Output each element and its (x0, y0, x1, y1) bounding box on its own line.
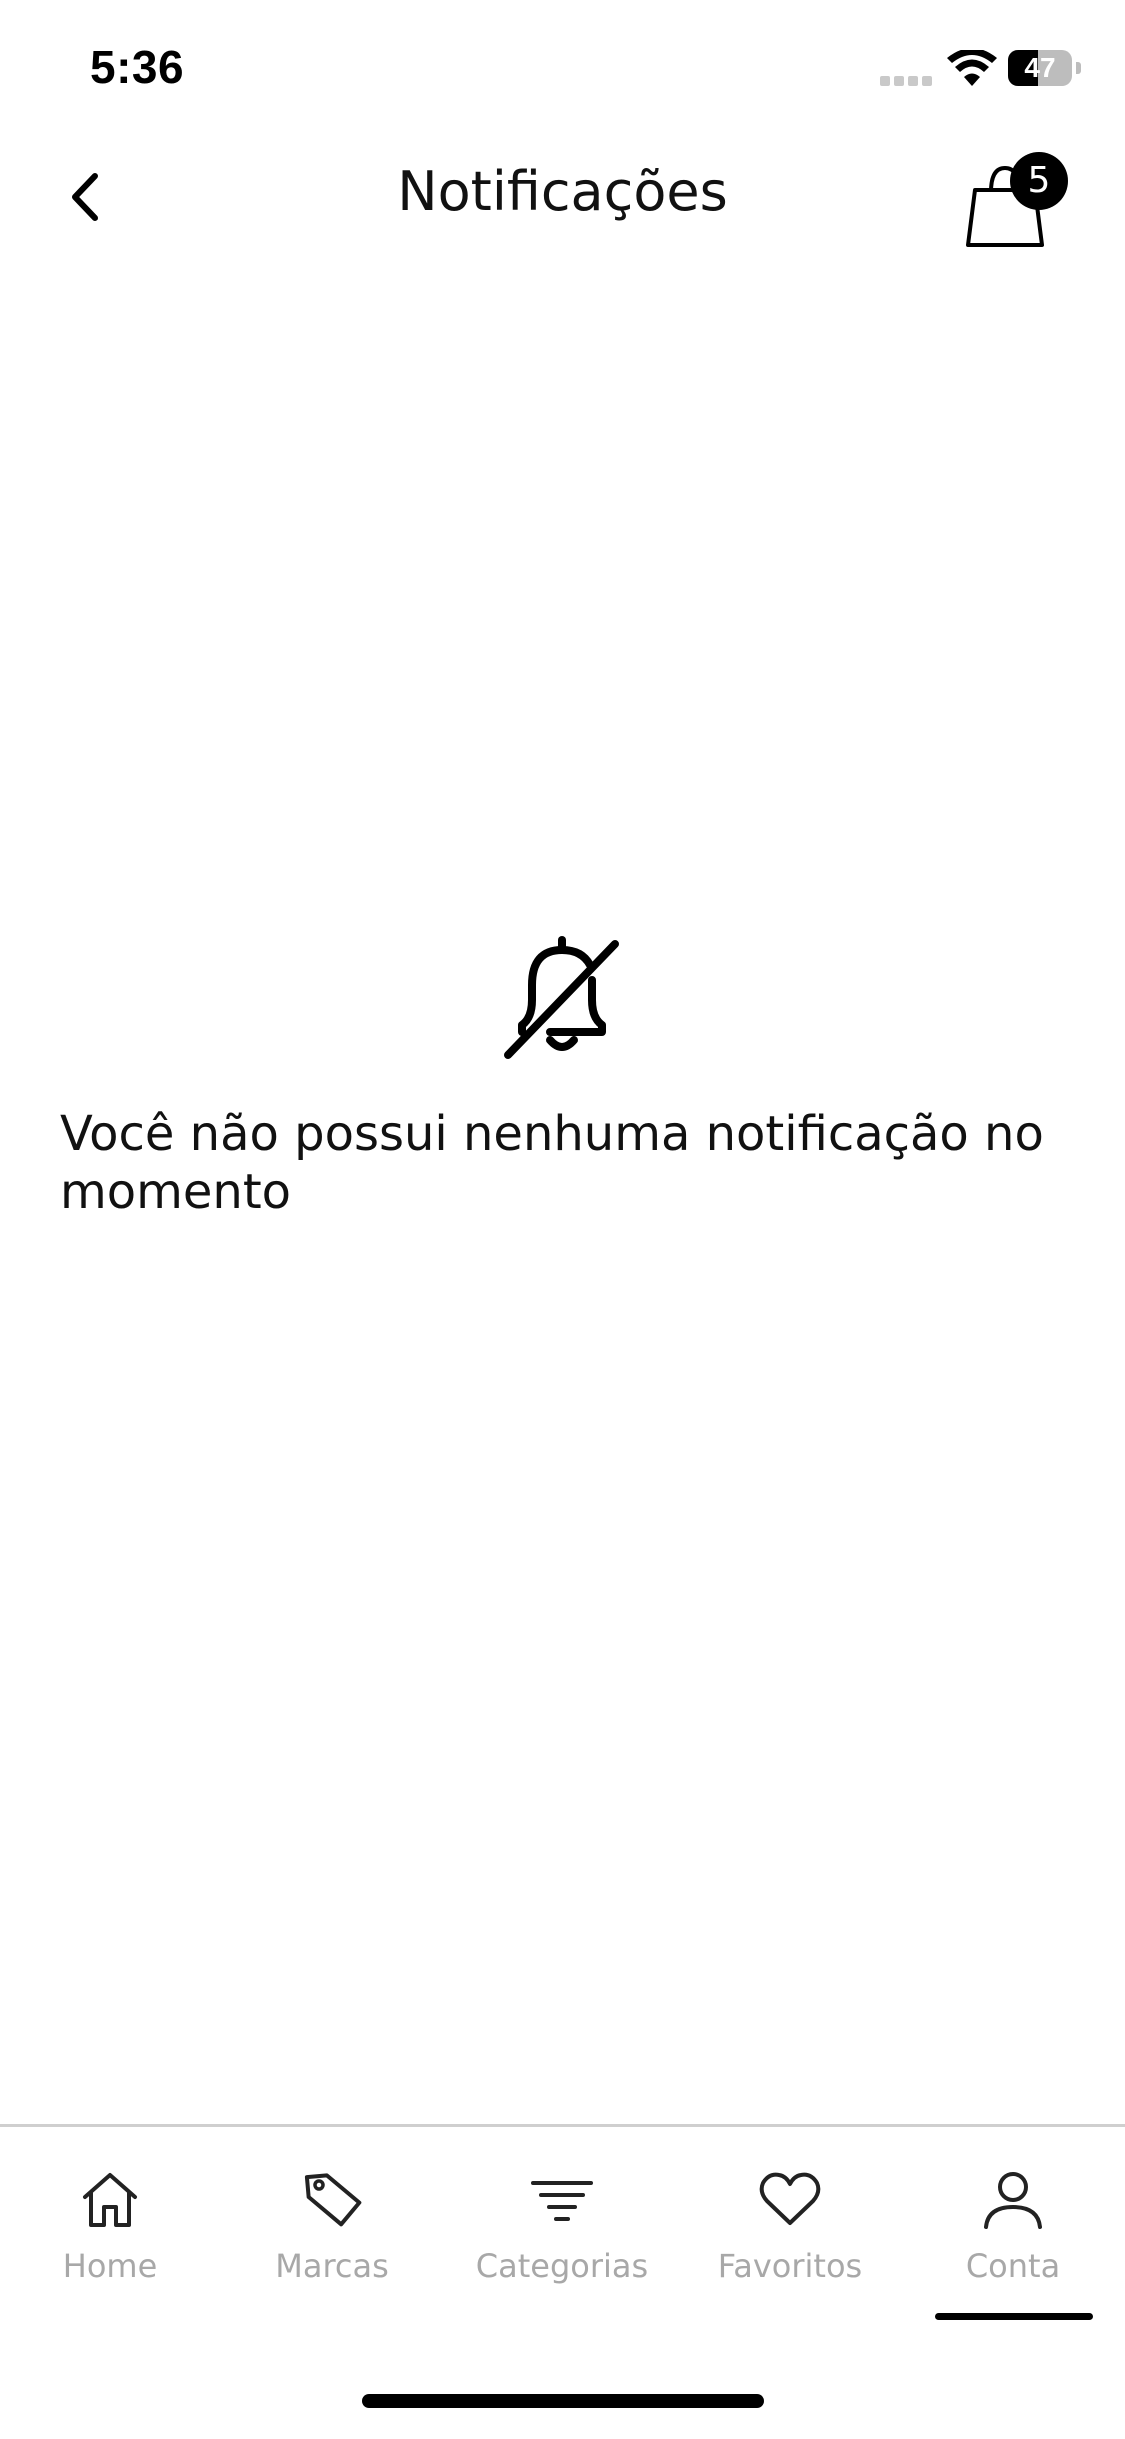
app-header: Notificações 5 (0, 140, 1125, 260)
cellular-signal-icon (880, 76, 934, 88)
tag-icon (304, 2173, 362, 2227)
nav-item-home[interactable]: Home (0, 2167, 220, 2287)
cart-button[interactable]: 5 (955, 150, 1075, 260)
cart-count-badge: 5 (1010, 152, 1068, 210)
nav-active-indicator (935, 2313, 1093, 2320)
wifi-icon (947, 50, 997, 86)
bottom-nav: Home Marcas Categorias Favoritos Conta (0, 2124, 1125, 2439)
battery-level: 47 (1024, 52, 1056, 83)
nav-label-favoritos: Favoritos (717, 2247, 863, 2285)
battery-icon: 47 (1008, 50, 1081, 86)
nav-item-favoritos[interactable]: Favoritos (680, 2167, 900, 2287)
nav-item-conta[interactable]: Conta (903, 2167, 1123, 2287)
nav-item-marcas[interactable]: Marcas (222, 2167, 442, 2287)
heart-icon (759, 2172, 821, 2225)
user-icon (984, 2172, 1042, 2229)
filter-icon (531, 2181, 593, 2221)
status-time: 5:36 (90, 41, 185, 93)
nav-label-conta: Conta (965, 2247, 1061, 2285)
bell-off-icon (504, 936, 619, 1059)
home-indicator (362, 2394, 764, 2408)
status-bar: 5:36 47 (0, 0, 1125, 140)
nav-label-home: Home (62, 2247, 158, 2285)
empty-state-message: Você não possui nenhuma notificação no m… (60, 1106, 1044, 1220)
home-icon (83, 2173, 137, 2227)
nav-label-categorias: Categorias (475, 2247, 649, 2285)
nav-label-marcas: Marcas (275, 2247, 389, 2285)
nav-item-categorias[interactable]: Categorias (452, 2167, 672, 2287)
